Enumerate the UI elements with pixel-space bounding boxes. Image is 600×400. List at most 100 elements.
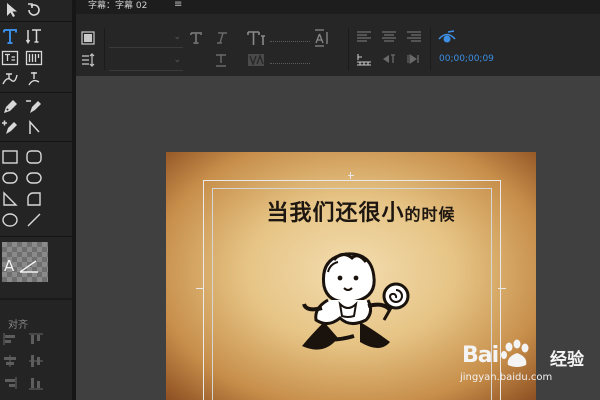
vertical-path-type-icon <box>28 72 40 86</box>
align-center-horizontal-button[interactable] <box>2 354 18 368</box>
bold-icon <box>190 32 202 44</box>
align-text-right-button[interactable] <box>406 30 422 44</box>
align-bottom-icon <box>29 378 43 390</box>
watermark-brand-suffix: 经验 <box>550 350 584 370</box>
tab-stops-icon <box>357 54 371 66</box>
roll-crawl-icon <box>82 53 95 67</box>
wedge-tool[interactable] <box>0 189 20 209</box>
vertical-type-tool[interactable] <box>24 26 44 46</box>
align-right-icon <box>5 377 17 389</box>
font-style-dropdown[interactable]: ⌄ <box>109 52 183 71</box>
align-left-button[interactable] <box>2 332 18 346</box>
caption-text-small: 的时候 <box>404 205 456 224</box>
path-type-tool[interactable] <box>0 69 20 89</box>
line-tool[interactable] <box>24 210 44 230</box>
rounded-rectangle-tool[interactable] <box>24 147 44 167</box>
leading-icon-button <box>312 28 330 48</box>
align-text-left-icon <box>357 31 371 42</box>
align-top-button[interactable] <box>28 332 44 346</box>
clipped-rectangle-tool[interactable] <box>0 168 20 188</box>
type-tool[interactable] <box>0 26 20 46</box>
align-text-right-icon <box>407 31 421 42</box>
ellipse-icon <box>2 213 18 227</box>
align-top-icon <box>29 333 43 344</box>
bold-button[interactable] <box>189 31 203 45</box>
rectangle-tool[interactable] <box>0 147 20 167</box>
align-text-left-button[interactable] <box>356 30 372 44</box>
align-center-v-icon <box>29 355 43 367</box>
eye-toggle-icon <box>438 30 456 43</box>
convert-anchor-tool[interactable] <box>24 118 44 138</box>
add-anchor-tool[interactable] <box>0 118 20 138</box>
tab-right-icon <box>407 53 419 65</box>
roll-crawl-options-button[interactable] <box>80 52 96 68</box>
area-type-icon <box>1 50 19 66</box>
horizontal-type-icon <box>3 29 17 44</box>
delete-anchor-tool[interactable] <box>24 97 44 117</box>
rounded-rectangle-icon <box>26 150 42 164</box>
underline-button[interactable] <box>214 53 228 67</box>
underline-icon <box>216 54 226 67</box>
caption-text-large: 当我们还很小 <box>266 201 405 226</box>
wedge-icon <box>3 191 18 206</box>
align-text-center-button[interactable] <box>381 30 397 44</box>
clipped-rect-icon <box>2 172 18 184</box>
font-size-icon <box>247 31 265 45</box>
add-anchor-icon <box>2 120 17 134</box>
align-center-vertical-button[interactable] <box>28 354 44 368</box>
tracking-field[interactable] <box>270 61 310 64</box>
panel-menu-icon[interactable]: ≡ <box>174 0 182 10</box>
panel-title-bar <box>76 0 600 14</box>
font-size-field[interactable] <box>270 39 310 42</box>
tab-left-button[interactable] <box>381 52 397 66</box>
background-timecode[interactable]: 00;00;00;09 <box>439 54 494 64</box>
center-mark-right <box>498 288 506 289</box>
pen-tool[interactable] <box>0 97 20 117</box>
convert-anchor-icon <box>29 120 40 134</box>
center-mark-left <box>196 288 204 289</box>
tracking-icon <box>248 54 264 66</box>
align-left-icon <box>3 333 15 345</box>
area-type-tool[interactable] <box>0 48 20 68</box>
show-background-video-button[interactable] <box>438 30 456 46</box>
tab-left-icon <box>383 54 395 63</box>
style-preview-stroke-icon <box>19 260 38 273</box>
selection-tool[interactable] <box>2 0 22 20</box>
chevron-down-icon: ⌄ <box>173 55 181 65</box>
align-bottom-button[interactable] <box>28 376 44 390</box>
leading-icon <box>315 29 328 47</box>
center-mark-top-v <box>350 172 351 179</box>
baby-cartoon-illustration <box>302 252 410 350</box>
font-size-icon-button <box>246 29 266 47</box>
vertical-area-type-tool[interactable] <box>24 48 44 68</box>
panel-title[interactable]: 字幕：字幕 02 <box>88 0 147 12</box>
new-title-icon <box>81 31 95 45</box>
arc-tool[interactable] <box>24 189 44 209</box>
rectangle-icon <box>2 150 18 164</box>
arc-icon <box>27 192 41 206</box>
vertical-path-type-tool[interactable] <box>24 69 44 89</box>
path-type-icon <box>2 73 18 85</box>
align-right-button[interactable] <box>2 376 18 390</box>
rotate-icon <box>28 3 40 16</box>
baidu-jingyan-watermark: Bai 经验 jingyan.baidu.com <box>454 337 600 395</box>
italic-button[interactable] <box>214 31 228 45</box>
tab-stops-button[interactable] <box>356 52 372 66</box>
paw-logo-icon <box>501 339 529 367</box>
delete-anchor-icon <box>26 100 41 113</box>
chevron-down-icon: ⌄ <box>173 32 181 42</box>
title-text-layer[interactable]: 当我们还很小的时候 <box>246 195 476 227</box>
vertical-type-icon <box>25 29 41 44</box>
ellipse-tool[interactable] <box>0 210 20 230</box>
align-section-label: 对齐 <box>8 320 28 331</box>
font-family-dropdown[interactable]: ⌄ <box>109 29 183 48</box>
center-mark-top <box>348 175 354 176</box>
new-title-button[interactable] <box>80 30 96 46</box>
tab-right-button[interactable] <box>406 52 422 66</box>
style-preview-letter: A <box>4 257 15 275</box>
rounded-corner-rectangle-tool[interactable] <box>24 168 44 188</box>
titler-window: A 对齐 字幕：字幕 02 ≡ ⌄ ⌄ 00;00;00;09 当我们还很小的时… <box>0 0 600 400</box>
rounded-rect-2-icon <box>26 172 42 184</box>
watermark-brand: Bai <box>462 343 499 368</box>
rotation-tool[interactable] <box>24 0 44 20</box>
